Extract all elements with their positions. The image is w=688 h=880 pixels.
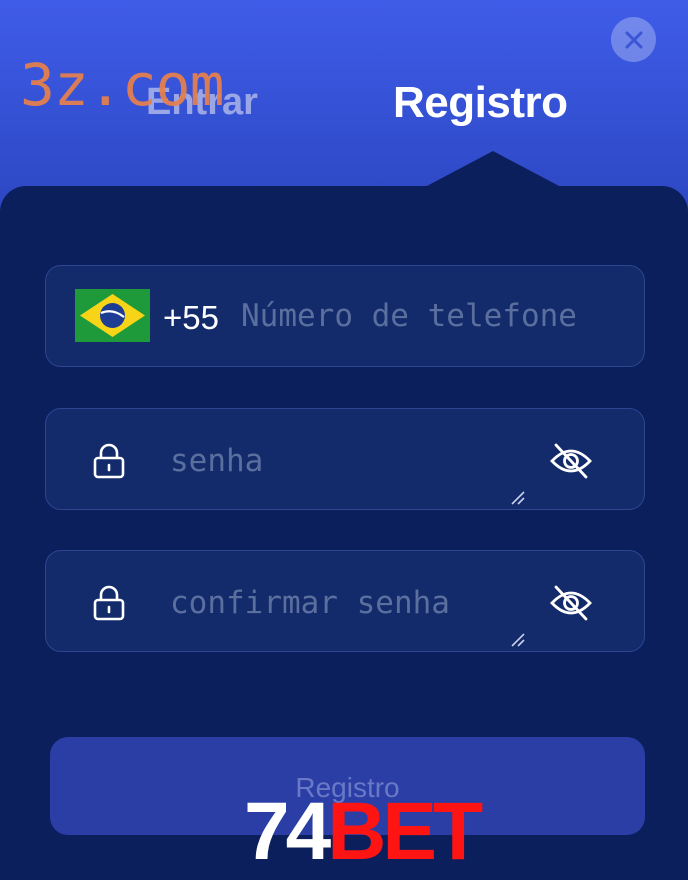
brand-logo: 74BET [244,791,483,873]
password-input[interactable] [170,439,530,483]
brand-logo-text: BET [327,786,483,877]
eye-off-icon[interactable] [549,442,593,480]
close-icon [625,31,642,48]
password-field[interactable] [45,408,645,510]
phone-input[interactable] [241,294,591,338]
close-button[interactable] [611,17,656,62]
phone-field[interactable]: +55 [45,265,645,367]
resize-handle-icon[interactable] [510,490,526,506]
confirm-password-field[interactable] [45,550,645,652]
eye-off-icon[interactable] [549,584,593,622]
lock-icon [93,443,125,479]
register-modal: Entrar Registro 3z.com +55 Número de tel… [0,0,688,880]
tab-register[interactable]: Registro [393,78,568,128]
brazil-flag-icon[interactable] [75,289,150,342]
lock-icon [93,585,125,621]
brand-logo-number: 74 [244,786,331,877]
watermark-text: 3z.com [20,51,225,119]
resize-handle-icon[interactable] [510,632,526,648]
dial-code: +55 [163,299,219,336]
confirm-password-input[interactable] [170,581,530,625]
